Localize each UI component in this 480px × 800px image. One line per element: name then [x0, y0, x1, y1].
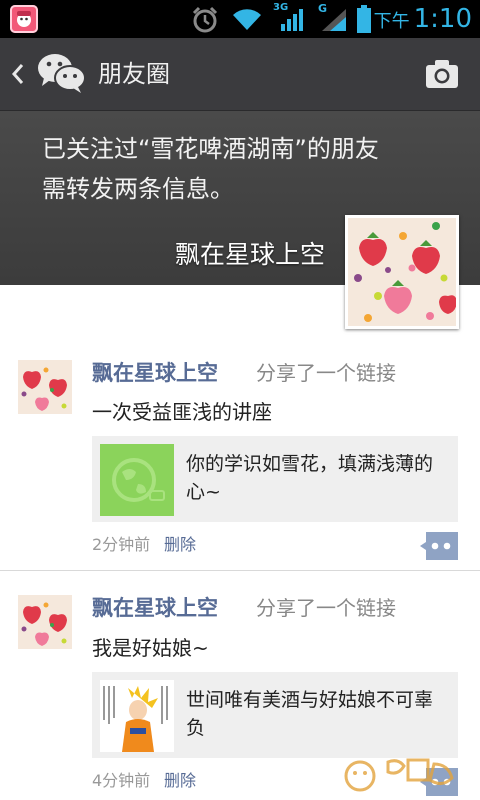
link-thumbnail-anime-icon: [100, 680, 174, 752]
post-time: 4分钟前: [92, 771, 151, 790]
signal-g-icon: G: [318, 2, 348, 33]
back-chevron-icon[interactable]: [10, 60, 26, 88]
link-card[interactable]: 世间唯有美酒与好姑娘不可辜负: [92, 672, 458, 758]
post-time: 2分钟前: [92, 535, 151, 554]
alarm-icon: [192, 6, 218, 33]
cover-notice-line2: 需转发两条信息。: [42, 175, 234, 203]
cover-user-name: 飘在星球上空: [174, 240, 325, 269]
watermark-logo: [344, 758, 454, 792]
post-action-text: 分享了一个链接: [256, 361, 396, 385]
link-title: 世间唯有美酒与好姑娘不可辜负: [186, 689, 434, 739]
battery-icon: [357, 5, 371, 33]
post-text: 一次受益匪浅的讲座: [92, 400, 272, 424]
delete-button[interactable]: 删除: [164, 767, 196, 795]
link-card[interactable]: 你的学识如雪花，填满浅薄的心~: [92, 436, 458, 522]
status-bar: 3G G 下午 1:10: [0, 0, 480, 38]
cover-notice: 已关注过“雪花啤酒湖南”的朋友 需转发两条信息。: [42, 129, 462, 209]
action-bar: 朋友圈: [0, 38, 480, 111]
wifi-icon: [233, 9, 261, 31]
post-action-text: 分享了一个链接: [256, 596, 396, 620]
status-clock: 下午 1:10: [374, 2, 472, 36]
cover-notice-line1: 已关注过“雪花啤酒湖南”的朋友: [42, 135, 379, 163]
link-thumbnail-globe-icon: [100, 444, 174, 516]
post-avatar[interactable]: [18, 360, 72, 414]
post-user-name[interactable]: 飘在星球上空: [92, 592, 218, 624]
app-notification-icon: [10, 5, 38, 33]
post-user-name[interactable]: 飘在星球上空: [92, 357, 218, 389]
status-ampm: 下午: [373, 11, 410, 32]
status-time: 1:10: [413, 4, 472, 34]
page-title: 朋友圈: [98, 60, 170, 88]
camera-icon[interactable]: [424, 56, 460, 92]
post-avatar[interactable]: [18, 595, 72, 649]
delete-button[interactable]: 删除: [164, 531, 196, 559]
signal-3g-icon: 3G: [273, 2, 307, 33]
wechat-logo-icon[interactable]: [36, 51, 86, 95]
cover-avatar[interactable]: [345, 215, 459, 329]
post-text: 我是好姑娘~: [92, 636, 209, 660]
comment-icon[interactable]: [420, 532, 458, 560]
link-title: 你的学识如雪花，填满浅薄的心~: [186, 453, 434, 503]
